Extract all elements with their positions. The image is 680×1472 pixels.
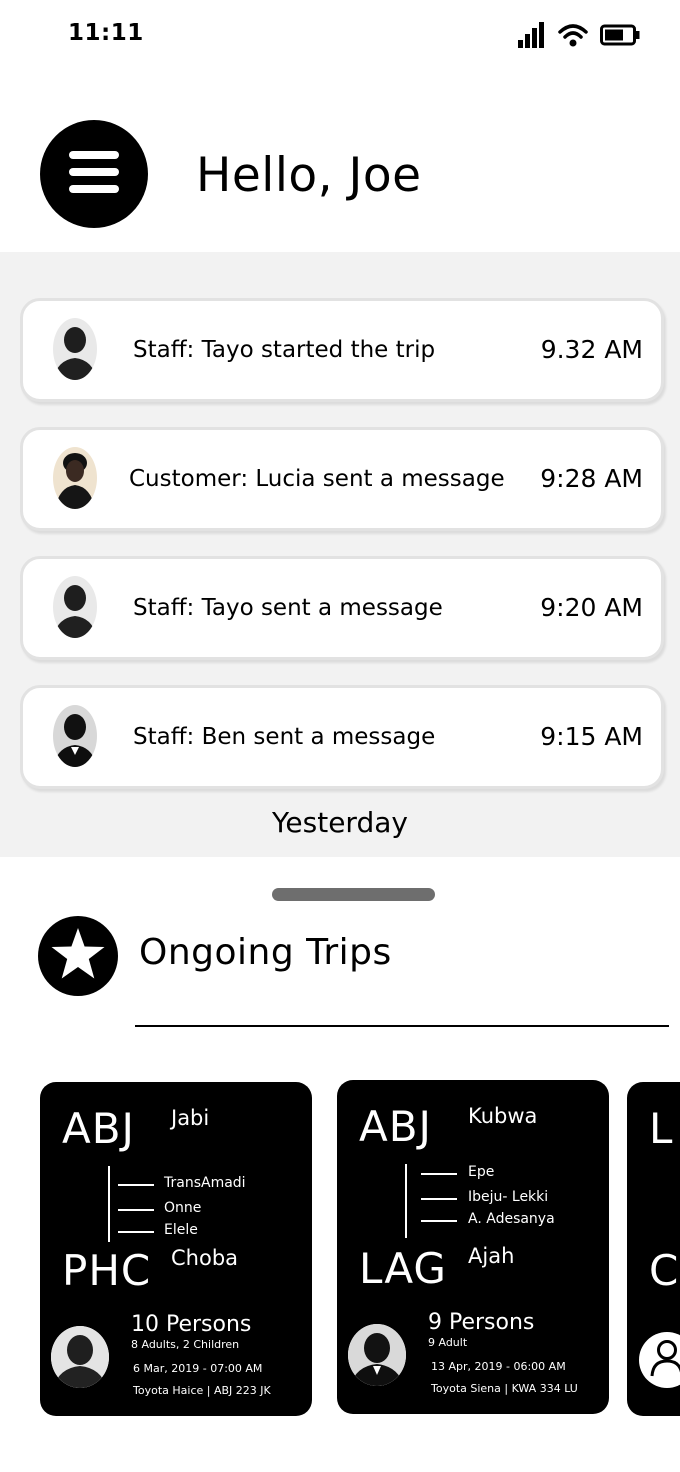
status-time: 11:11	[68, 20, 144, 46]
passenger-breakdown: 9 Adult	[428, 1336, 468, 1349]
avatar	[639, 1332, 680, 1388]
vehicle-info: Toyota Siena | KWA 334 LU	[431, 1382, 578, 1395]
destination-place: Choba	[171, 1246, 239, 1270]
destination-place: Ajah	[468, 1244, 515, 1268]
stop-name: Elele	[164, 1222, 198, 1238]
avatar	[53, 318, 97, 380]
status-bar: 11:11	[0, 0, 680, 70]
header: Hello, Joe	[0, 70, 680, 252]
notification-list: Staff: Tayo started the trip 9.32 AM Cus…	[0, 252, 680, 857]
status-icons	[518, 22, 640, 52]
stop-marker	[118, 1209, 154, 1211]
stop-name: A. Adesanya	[468, 1211, 555, 1227]
battery-icon	[600, 24, 640, 50]
stop-marker	[118, 1231, 154, 1233]
notification-item[interactable]: Staff: Tayo sent a message 9:20 AM	[20, 556, 664, 660]
stop-name: Ibeju- Lekki	[468, 1189, 549, 1205]
notification-time: 9:15 AM	[540, 722, 643, 751]
notification-time: 9:20 AM	[540, 593, 643, 622]
avatar	[348, 1324, 406, 1386]
destination-code: PHC	[62, 1246, 152, 1295]
trip-card[interactable]: L C	[627, 1082, 680, 1416]
stop-marker	[421, 1198, 457, 1200]
vehicle-info: Toyota Haice | ABJ 223 JK	[133, 1384, 271, 1397]
persons-count: 9 Persons	[428, 1310, 535, 1335]
yesterday-label: Yesterday	[272, 806, 408, 839]
destination-code: C	[649, 1246, 680, 1295]
route-line	[405, 1164, 407, 1238]
notification-text: Staff: Tayo sent a message	[133, 595, 443, 621]
destination-code: LAG	[359, 1244, 447, 1293]
passenger-breakdown: 8 Adults, 2 Children	[131, 1338, 240, 1351]
origin-code: ABJ	[359, 1102, 432, 1151]
stop-name: Epe	[468, 1164, 495, 1180]
notification-item[interactable]: Staff: Tayo started the trip 9.32 AM	[20, 298, 664, 402]
divider	[135, 1025, 669, 1027]
stop-name: Onne	[164, 1200, 202, 1216]
trip-card[interactable]: ABJ Jabi TransAmadi Onne Elele PHC Choba…	[40, 1082, 312, 1416]
greeting-title: Hello, Joe	[196, 148, 422, 203]
trip-card[interactable]: ABJ Kubwa Epe Ibeju- Lekki A. Adesanya L…	[337, 1080, 609, 1414]
origin-code: L	[649, 1104, 674, 1153]
notification-time: 9:28 AM	[540, 464, 643, 493]
avatar	[53, 447, 97, 509]
stop-marker	[421, 1220, 457, 1222]
route-line	[108, 1166, 110, 1242]
origin-code: ABJ	[62, 1104, 135, 1153]
star-icon	[50, 927, 106, 985]
origin-place: Kubwa	[468, 1104, 538, 1128]
stop-name: TransAmadi	[164, 1175, 246, 1191]
cellular-signal-icon	[518, 22, 546, 52]
notification-text: Staff: Tayo started the trip	[133, 337, 436, 363]
user-icon	[650, 1339, 680, 1381]
avatar	[53, 705, 97, 767]
notification-item[interactable]: Staff: Ben sent a message 9:15 AM	[20, 685, 664, 789]
stop-marker	[118, 1184, 154, 1186]
origin-place: Jabi	[171, 1106, 210, 1130]
notification-text: Staff: Ben sent a message	[133, 724, 436, 750]
stop-marker	[421, 1173, 457, 1175]
notification-item[interactable]: Customer: Lucia sent a message 9:28 AM	[20, 427, 664, 531]
wifi-icon	[558, 23, 588, 51]
avatar	[53, 576, 97, 638]
trip-datetime: 6 Mar, 2019 - 07:00 AM	[133, 1362, 263, 1375]
trip-datetime: 13 Apr, 2019 - 06:00 AM	[431, 1360, 566, 1373]
hamburger-menu-icon	[69, 151, 119, 197]
menu-button[interactable]	[40, 120, 148, 228]
section-title: Ongoing Trips	[139, 932, 392, 973]
notification-text: Customer: Lucia sent a message	[129, 466, 505, 492]
persons-count: 10 Persons	[131, 1312, 252, 1337]
drag-handle[interactable]	[272, 888, 435, 901]
avatar	[51, 1326, 109, 1388]
star-badge	[38, 916, 118, 996]
notification-time: 9.32 AM	[540, 335, 643, 364]
ongoing-trips-sheet: Ongoing Trips ABJ Jabi TransAmadi Onne E…	[0, 857, 680, 1472]
